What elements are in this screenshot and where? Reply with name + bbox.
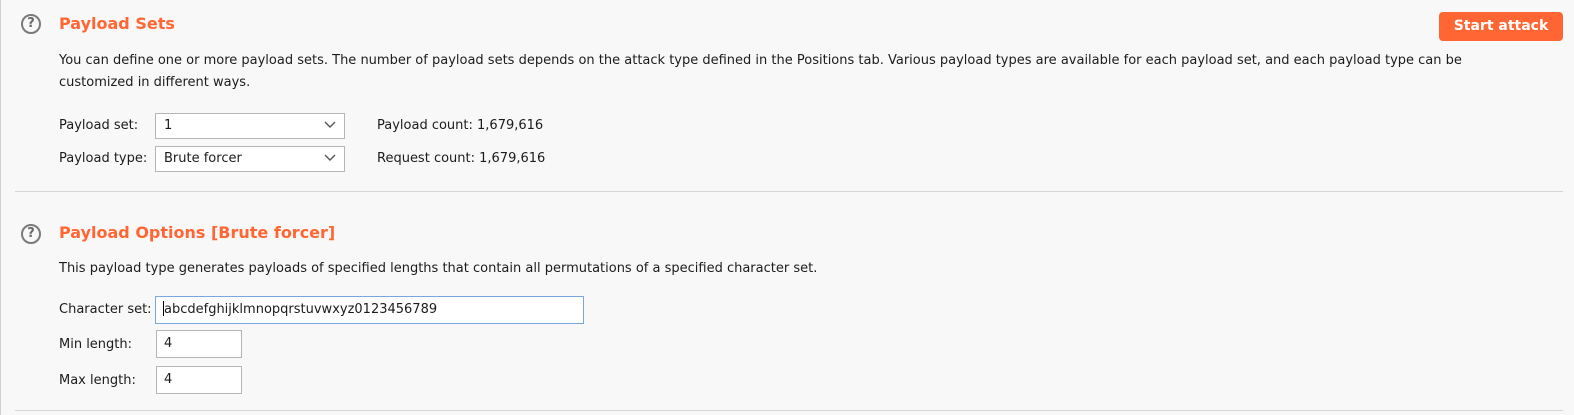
chevron-down-icon (324, 154, 336, 161)
payload-type-label: Payload type: (59, 151, 148, 166)
request-count: Request count: 1,679,616 (377, 151, 546, 166)
chevron-down-icon (324, 121, 336, 128)
payload-type-value: Brute forcer (164, 151, 242, 166)
intruder-payloads-panel: ? Payload Sets Start attack You can defi… (0, 0, 1574, 415)
max-length-label: Max length: (59, 373, 136, 388)
min-length-input[interactable]: 4 (156, 330, 242, 358)
section-divider (15, 410, 1563, 411)
help-icon[interactable]: ? (21, 224, 41, 244)
payload-sets-description: You can define one or more payload sets.… (59, 53, 1462, 90)
section-divider (15, 191, 1563, 192)
character-set-value: abcdefghijklmnopqrstuvwxyz0123456789 (164, 302, 438, 317)
payload-sets-title: Payload Sets (59, 14, 175, 33)
character-set-input[interactable]: abcdefghijklmnopqrstuvwxyz0123456789 (155, 296, 584, 324)
payload-set-select[interactable]: 1 (155, 113, 345, 139)
payload-set-label: Payload set: (59, 118, 139, 133)
payload-options-title: Payload Options [Brute forcer] (59, 223, 336, 242)
payload-count: Payload count: 1,679,616 (377, 118, 544, 133)
payload-options-description: This payload type generates payloads of … (59, 261, 818, 276)
min-length-label: Min length: (59, 337, 133, 352)
payload-set-value: 1 (164, 118, 173, 133)
help-icon[interactable]: ? (21, 14, 41, 34)
start-attack-button[interactable]: Start attack (1439, 12, 1563, 41)
payload-type-select[interactable]: Brute forcer (155, 146, 345, 172)
max-length-input[interactable]: 4 (156, 366, 242, 394)
character-set-label: Character set: (59, 302, 152, 317)
